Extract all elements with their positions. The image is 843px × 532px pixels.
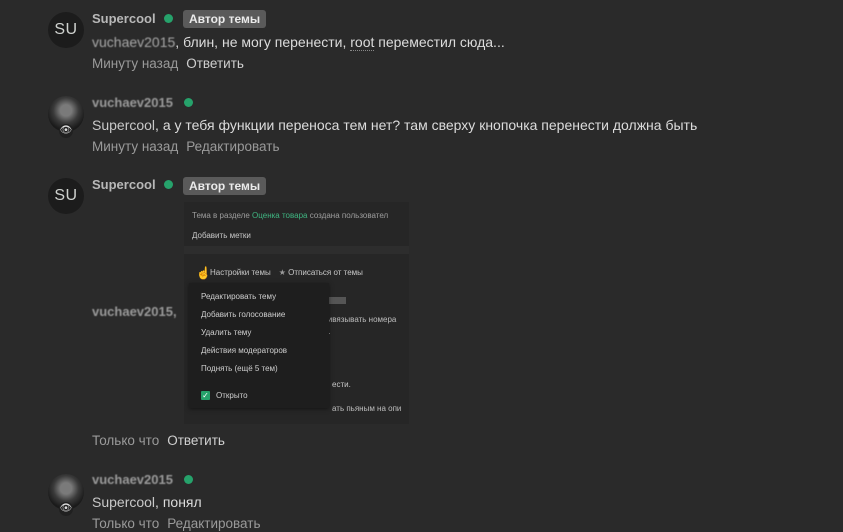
divider (184, 246, 409, 254)
thread-info: Тема в разделе Оценка товара создана пол… (192, 211, 388, 220)
reply-button[interactable]: Ответить (167, 433, 225, 448)
section-link: Оценка товара (252, 211, 308, 220)
author-name[interactable]: Supercool (92, 177, 156, 192)
reply-button[interactable]: Ответить (186, 56, 244, 71)
thread-info-text: создана пользовател (307, 211, 389, 220)
author-name[interactable]: Supercool (92, 11, 156, 26)
avatar-initials: SU (54, 21, 78, 38)
star-icon: ★ (278, 268, 286, 277)
eye-icon: 👁 (59, 502, 73, 516)
menu-item: Удалить тему (201, 328, 252, 337)
background-text: ать пьяным на опи (332, 404, 402, 413)
background-text: ести. (332, 380, 351, 389)
background-text: привязывать номера (319, 315, 397, 324)
add-tags-link: Добавить метки (192, 231, 251, 240)
post-text: vuchaev2015, блин, не могу перенести, ro… (92, 34, 505, 51)
checkbox-checked-icon: ✓ (201, 391, 210, 400)
timestamp[interactable]: Только что (92, 433, 159, 448)
timestamp[interactable]: Минуту назад (92, 56, 178, 71)
author-name[interactable]: vuchaev2015 (92, 472, 173, 487)
avatar[interactable]: SU (48, 178, 84, 214)
text-part: , а у тебя функции переноса тем нет? там… (155, 117, 698, 133)
thread-settings-label: Настройки темы (210, 268, 271, 277)
mention-link[interactable]: vuchaev2015 (92, 34, 175, 50)
thread-toolbar: Настройки темы ★ Отписаться от темы (192, 268, 363, 277)
thread-settings-menu: Редактировать тему Добавить голосование … (189, 283, 329, 408)
author-badge: Автор темы (183, 10, 267, 28)
text-part: переместил сюда... (374, 34, 505, 50)
thread-info-text: Тема в разделе (192, 211, 253, 220)
online-indicator (164, 180, 173, 189)
unsubscribe-label: Отписаться от темы (288, 268, 363, 277)
timestamp[interactable]: Только что (92, 516, 159, 531)
edit-button[interactable]: Редактировать (167, 516, 260, 531)
mention-link[interactable]: Supercool (92, 117, 155, 133)
author-name[interactable]: vuchaev2015 (92, 95, 173, 110)
checkbox-label: Открыто (216, 391, 248, 400)
post-meta: Минуту назад Ответить (92, 56, 244, 71)
embedded-screenshot[interactable]: Тема в разделе Оценка товара создана пол… (184, 202, 409, 424)
root-mention[interactable]: root (350, 34, 375, 51)
post-meta: Только что Редактировать (92, 516, 260, 531)
online-indicator (184, 98, 193, 107)
menu-item: Добавить голосование (201, 310, 286, 319)
text-part: , понял (155, 494, 202, 510)
avatar-initials: SU (54, 187, 78, 204)
edit-button[interactable]: Редактировать (186, 139, 279, 154)
online-indicator (184, 475, 193, 484)
cursor-hand-icon: ☝ (196, 266, 211, 280)
text-part: , блин, не могу перенести, (175, 34, 351, 50)
mention-link[interactable]: vuchaev2015, (92, 304, 177, 319)
timestamp[interactable]: Минуту назад (92, 139, 178, 154)
online-indicator (164, 14, 173, 23)
post-meta: Только что Ответить (92, 433, 225, 448)
mention-link[interactable]: Supercool (92, 494, 155, 510)
post-text: Supercool, а у тебя функции переноса тем… (92, 117, 697, 133)
avatar[interactable]: SU (48, 12, 84, 48)
eye-icon: 👁 (59, 124, 73, 138)
post-meta: Минуту назад Редактировать (92, 139, 279, 154)
post-text: Supercool, понял (92, 494, 202, 510)
menu-item: Редактировать тему (201, 292, 277, 301)
author-badge: Автор темы (183, 177, 267, 195)
menu-item: Поднять (ещё 5 тем) (201, 364, 278, 373)
menu-item: Действия модераторов (201, 346, 288, 355)
